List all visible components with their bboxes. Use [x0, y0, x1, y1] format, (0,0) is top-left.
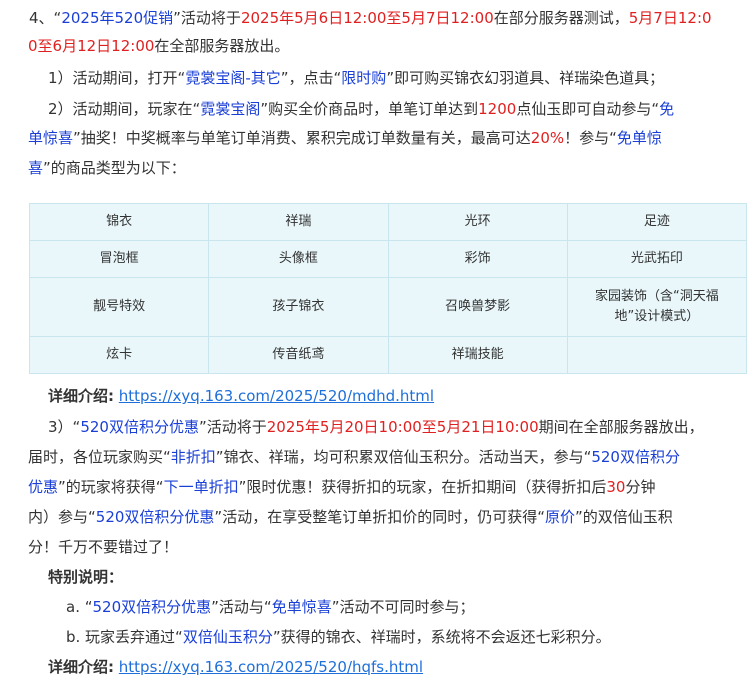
detail2-line: 详细介绍: https://xyq.163.com/2025/520/hqfs.…: [0, 654, 755, 682]
order-amount: 1200: [478, 100, 517, 118]
test-date: 2025年5月6日12:00至5月7日12:00: [240, 9, 494, 27]
sub3-line3: 优惠”的玩家将获得“下一单折扣”限时优惠！获得折扣的玩家，在折扣期间（获得折扣后…: [28, 478, 656, 496]
product-type-table: 锦衣 祥瑞 光环 足迹 冒泡框 头像框 彩饰 光武拓印 靓号特效 孩子锦衣 召唤…: [28, 203, 748, 374]
item4-line2: 0至6月12日12:00在全部服务器放出。: [28, 37, 290, 55]
table-cell: 祥瑞技能: [387, 336, 568, 374]
table-cell: 冒泡框: [28, 240, 210, 278]
sub2-line3: 喜”的商品类型为以下：: [28, 159, 186, 177]
detail-link-hqfs[interactable]: https://xyq.163.com/2025/520/hqfs.html: [119, 658, 423, 676]
double-points-date: 2025年5月20日10:00至5月21日10:00: [266, 418, 539, 436]
sub3-line1: 3）“520双倍积分优惠”活动将于2025年5月20日10:00至5月21日10…: [48, 418, 704, 436]
menu-name: 霓裳宝阁-其它: [185, 69, 281, 87]
table-cell: 祥瑞: [208, 203, 389, 241]
limited-buy: 限时购: [341, 69, 387, 87]
release-date-a: 5月7日12:0: [628, 9, 712, 27]
double-points-name: 520双倍积分优惠: [80, 418, 199, 436]
detail1-line: 详细介绍: https://xyq.163.com/2025/520/mdhd.…: [0, 383, 755, 411]
detail-link-mdhd[interactable]: https://xyq.163.com/2025/520/mdhd.html: [119, 387, 434, 405]
notes-title: 特别说明：: [48, 568, 124, 586]
note-a: a. “520双倍积分优惠”活动与“免单惊喜”活动不可同时参与；: [66, 598, 475, 616]
detail-label: 详细介绍:: [48, 387, 114, 405]
sub3-line4: 内）参与“520双倍积分优惠”活动，在享受整笔订单折扣价的同时，仍可获得“原价”…: [28, 508, 673, 526]
table-cell: 足迹: [566, 203, 748, 241]
table-cell: 孩子锦衣: [208, 277, 389, 337]
table-cell: 光武拓印: [566, 240, 748, 278]
table-cell: 炫卡: [28, 336, 210, 374]
table-row: 锦衣 祥瑞 光环 足迹: [28, 203, 748, 241]
sub1-line: 1）活动期间，打开“霓裳宝阁-其它”，点击“限时购”即可购买锦衣幻羽道具、祥瑞染…: [48, 69, 665, 87]
table-cell: [566, 336, 748, 374]
table-row: 炫卡 传音纸鸢 祥瑞技能: [28, 336, 748, 374]
table-cell: 锦衣: [28, 203, 210, 241]
table-cell: 靓号特效: [28, 277, 210, 337]
sub3-line5: 分！千万不要错过了！: [28, 538, 179, 556]
sub3-line2: 届时，各位玩家购买“非折扣”锦衣、祥瑞，均可积累双倍仙玉积分。活动当天，参与“5…: [28, 448, 680, 466]
table-cell: 家园装饰（含“洞天福地”设计模式）: [566, 277, 748, 337]
event-name: 2025年520促销: [61, 9, 174, 27]
table-row: 靓号特效 孩子锦衣 召唤兽梦影 家园装饰（含“洞天福地”设计模式）: [28, 277, 748, 337]
announcement-page: 4、“2025年520促销”活动将于2025年5月6日12:00至5月7日12:…: [0, 0, 755, 681]
table-cell: 彩饰: [387, 240, 568, 278]
item4-line1: 4、“2025年520促销”活动将于2025年5月6日12:00至5月7日12:…: [29, 9, 712, 27]
shop-name: 霓裳宝阁: [200, 100, 261, 118]
release-date-b: 0至6月12日12:00: [28, 37, 155, 55]
table-cell: 传音纸鸢: [208, 336, 389, 374]
sub2-line2: 单惊喜”抽奖！中奖概率与单笔订单消费、累积完成订单数量有关，最高可达20%！参与…: [28, 129, 662, 147]
table-cell: 光环: [387, 203, 568, 241]
table-cell: 头像框: [208, 240, 389, 278]
table-cell: 召唤兽梦影: [387, 277, 568, 337]
note-b: b. 玩家丢弃通过“双倍仙玉积分”获得的锦衣、祥瑞时，系统将不会返还七彩积分。: [66, 628, 611, 646]
sub2-line1: 2）活动期间，玩家在“霓裳宝阁”购买全价商品时，单笔订单达到1200点仙玉即可自…: [48, 100, 675, 118]
table-row: 冒泡框 头像框 彩饰 光武拓印: [28, 240, 748, 278]
detail-label: 详细介绍:: [48, 658, 114, 676]
item-number: 4、: [29, 9, 54, 27]
max-rate: 20%: [530, 129, 565, 147]
